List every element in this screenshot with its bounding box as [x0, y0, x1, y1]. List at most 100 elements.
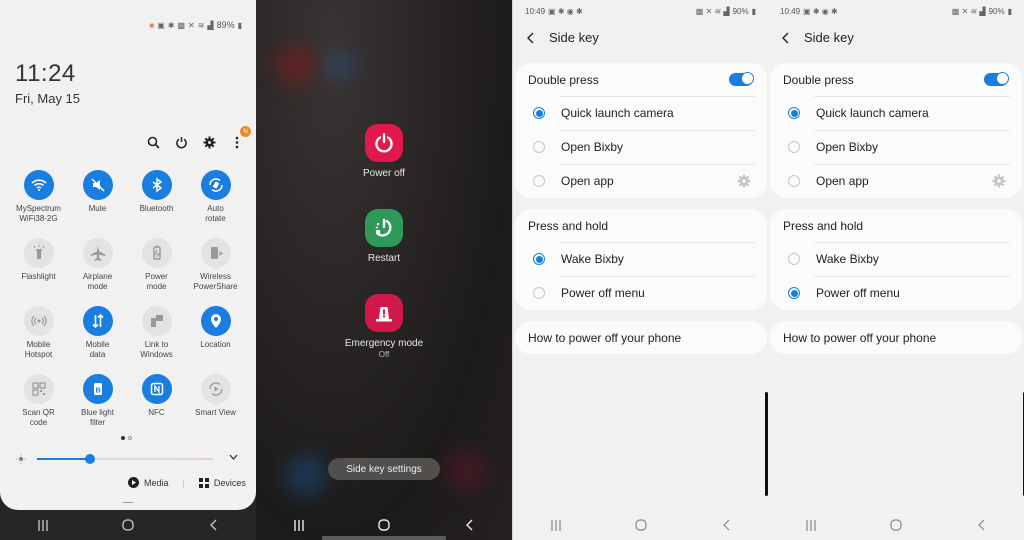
- press-and-hold-option[interactable]: Power off menu: [515, 276, 767, 310]
- more-options-button[interactable]: N: [230, 126, 251, 149]
- tile-toggle[interactable]: [82, 170, 113, 200]
- brightness-slider[interactable]: [37, 454, 213, 464]
- double-press-option[interactable]: Quick launch camera: [515, 96, 767, 130]
- tile-toggle[interactable]: [200, 306, 231, 336]
- wifi-icon: [30, 179, 47, 191]
- tile-toggle[interactable]: [23, 238, 54, 268]
- quick-tile-mute[interactable]: Mute: [68, 170, 127, 232]
- emergency-mode-option[interactable]: Emergency mode Off: [256, 294, 512, 359]
- home-button[interactable]: [120, 518, 136, 532]
- recents-button[interactable]: [803, 518, 819, 532]
- tile-toggle[interactable]: [82, 238, 113, 268]
- tile-toggle[interactable]: [141, 306, 172, 336]
- tile-toggle[interactable]: [141, 374, 172, 404]
- double-press-header[interactable]: Double press: [515, 63, 767, 96]
- radio-button[interactable]: [533, 141, 545, 153]
- panel-handle[interactable]: [123, 502, 133, 503]
- restart-option[interactable]: Restart: [256, 209, 512, 264]
- radio-button[interactable]: [788, 141, 800, 153]
- back-button[interactable]: [718, 518, 734, 532]
- back-button[interactable]: [461, 518, 477, 532]
- quick-tile-nfc[interactable]: NFC: [127, 374, 186, 436]
- press-and-hold-card: Press and hold Wake Bixby Power off menu: [770, 209, 1022, 310]
- radio-button[interactable]: [788, 175, 800, 187]
- recents-button[interactable]: [35, 518, 51, 532]
- tile-toggle[interactable]: [23, 374, 54, 404]
- quick-tile-bluetooth[interactable]: Bluetooth: [127, 170, 186, 232]
- tile-toggle[interactable]: [82, 306, 113, 336]
- power-icon: [375, 133, 393, 153]
- double-press-option[interactable]: Open app: [770, 164, 1022, 198]
- battery-percent: 90%: [988, 7, 1005, 16]
- double-press-option[interactable]: Quick launch camera: [770, 96, 1022, 130]
- blurred-background: [286, 455, 326, 495]
- press-and-hold-option[interactable]: Power off menu: [770, 276, 1022, 310]
- open-app-settings-button[interactable]: [992, 174, 1006, 191]
- home-button[interactable]: [888, 518, 904, 532]
- back-button[interactable]: [527, 31, 537, 45]
- back-button[interactable]: [973, 518, 989, 532]
- quick-tile-wifi[interactable]: MySpectrum WiFi38-2G: [9, 170, 68, 232]
- quick-tile-flashlight[interactable]: Flashlight: [9, 238, 68, 300]
- double-press-option[interactable]: Open Bixby: [515, 130, 767, 164]
- recents-button[interactable]: [548, 518, 564, 532]
- double-press-toggle[interactable]: [729, 72, 754, 86]
- quick-tile-blue-light[interactable]: B Blue light filter: [68, 374, 127, 436]
- status-time: 10:49: [780, 7, 801, 16]
- recents-button[interactable]: [291, 518, 307, 532]
- media-button[interactable]: Media: [128, 477, 169, 488]
- quick-tile-smart-view[interactable]: Smart View: [186, 374, 245, 436]
- home-button[interactable]: [376, 518, 392, 532]
- quick-tile-airplane[interactable]: Airplane mode: [68, 238, 127, 300]
- brightness-thumb[interactable]: [84, 454, 95, 464]
- quick-tile-qr-code[interactable]: Scan QR code: [9, 374, 68, 436]
- expand-brightness-button[interactable]: [229, 452, 238, 463]
- back-button[interactable]: [782, 31, 792, 45]
- radio-button[interactable]: [788, 107, 800, 119]
- tile-toggle[interactable]: [23, 170, 54, 200]
- tile-toggle[interactable]: [23, 306, 54, 336]
- power-off-button[interactable]: [365, 124, 403, 162]
- tile-toggle[interactable]: B: [82, 374, 113, 404]
- how-to-power-off-link[interactable]: How to power off your phone: [770, 321, 1022, 354]
- search-button[interactable]: [146, 135, 160, 149]
- emergency-mode-button[interactable]: [365, 294, 403, 332]
- divider: |: [182, 477, 185, 488]
- double-press-option[interactable]: Open app: [515, 164, 767, 198]
- tile-label: NFC: [148, 408, 165, 417]
- quick-tile-auto-rotate[interactable]: Auto rotate: [186, 170, 245, 232]
- radio-button[interactable]: [533, 175, 545, 187]
- open-app-settings-button[interactable]: [737, 174, 751, 191]
- power-button[interactable]: [174, 135, 188, 149]
- double-press-header[interactable]: Double press: [770, 63, 1022, 96]
- quick-tile-location[interactable]: Location: [186, 306, 245, 368]
- double-press-option[interactable]: Open Bixby: [770, 130, 1022, 164]
- tile-toggle[interactable]: [141, 170, 172, 200]
- quick-tile-wireless-powershare[interactable]: Wireless PowerShare: [186, 238, 245, 300]
- press-and-hold-option[interactable]: Wake Bixby: [770, 242, 1022, 276]
- press-and-hold-option[interactable]: Wake Bixby: [515, 242, 767, 276]
- power-off-option[interactable]: Power off: [256, 124, 512, 179]
- devices-button[interactable]: Devices: [198, 477, 246, 488]
- settings-button[interactable]: [202, 135, 216, 149]
- quick-tile-power-mode[interactable]: Power mode: [127, 238, 186, 300]
- restart-button[interactable]: [365, 209, 403, 247]
- radio-button[interactable]: [533, 253, 545, 265]
- home-button[interactable]: [633, 518, 649, 532]
- tile-toggle[interactable]: [141, 238, 172, 268]
- tile-toggle[interactable]: [200, 170, 231, 200]
- radio-button[interactable]: [533, 107, 545, 119]
- tile-toggle[interactable]: [200, 374, 231, 404]
- how-to-power-off-link[interactable]: How to power off your phone: [515, 321, 767, 354]
- side-key-settings-button[interactable]: Side key settings: [328, 458, 440, 480]
- radio-button[interactable]: [788, 253, 800, 265]
- quick-tile-link-to-windows[interactable]: Link to Windows: [127, 306, 186, 368]
- radio-button[interactable]: [533, 287, 545, 299]
- double-press-toggle[interactable]: [984, 72, 1009, 86]
- app-bar: Side key: [782, 30, 854, 45]
- tile-toggle[interactable]: [200, 238, 231, 268]
- quick-tile-mobile-data[interactable]: Mobile data: [68, 306, 127, 368]
- back-button[interactable]: [205, 518, 221, 532]
- radio-button[interactable]: [788, 287, 800, 299]
- quick-tile-hotspot[interactable]: Mobile Hotspot: [9, 306, 68, 368]
